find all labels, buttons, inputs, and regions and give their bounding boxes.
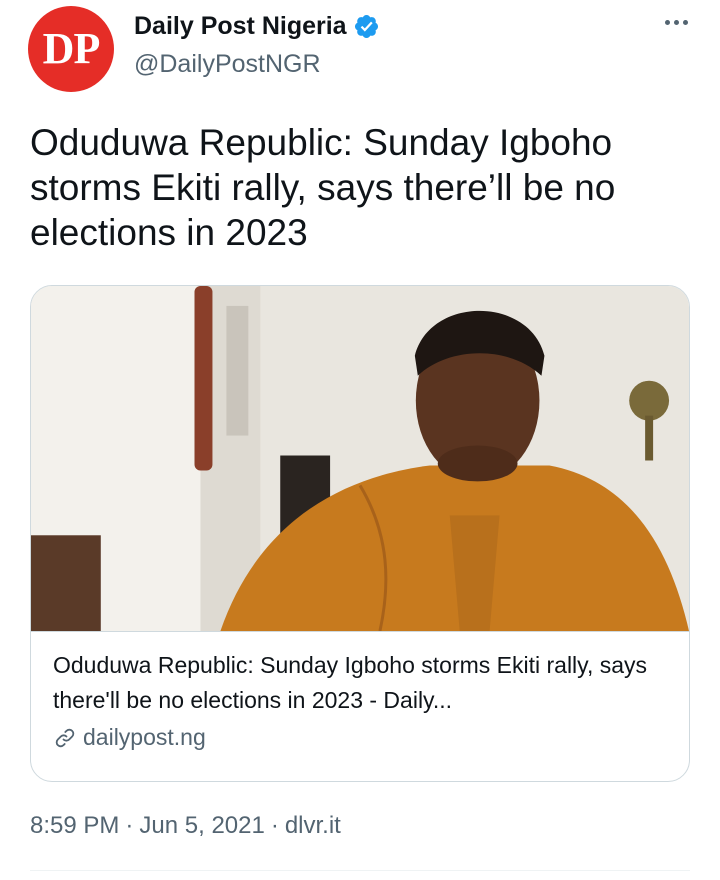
link-icon — [55, 728, 75, 747]
display-name[interactable]: Daily Post Nigeria — [134, 12, 347, 41]
tweet-text: Oduduwa Republic: Sunday Igboho storms E… — [30, 122, 616, 253]
avatar-logo-text: DP — [42, 24, 101, 73]
more-options-icon[interactable] — [663, 14, 690, 31]
avatar[interactable]: DP — [28, 6, 114, 92]
more-dot — [665, 20, 670, 25]
card-domain-text: dailypost.ng — [83, 724, 206, 750]
author-name-row[interactable]: Daily Post Nigeria — [134, 12, 380, 41]
card-image[interactable] — [31, 286, 689, 632]
tweet-meta: 8:59 PM · Jun 5, 2021 · dlvr.it — [30, 812, 341, 840]
user-handle[interactable]: @DailyPostNGR — [134, 50, 321, 79]
more-dot — [683, 20, 688, 25]
card-photo — [31, 286, 689, 631]
meta-separator: · — [270, 812, 279, 839]
verified-badge-icon — [354, 14, 378, 39]
more-dot — [674, 20, 679, 25]
divider — [30, 870, 690, 871]
card-domain[interactable]: dailypost.ng — [53, 724, 206, 751]
tweet-date[interactable]: Jun 5, 2021 — [139, 812, 264, 840]
meta-separator: · — [125, 812, 134, 839]
tweet-time[interactable]: 8:59 PM — [30, 812, 119, 840]
card-title[interactable]: Oduduwa Republic: Sunday Igboho storms E… — [53, 648, 673, 718]
tweet-source[interactable]: dlvr.it — [285, 812, 341, 840]
link-preview-card[interactable]: Oduduwa Republic: Sunday Igboho storms E… — [30, 285, 690, 782]
